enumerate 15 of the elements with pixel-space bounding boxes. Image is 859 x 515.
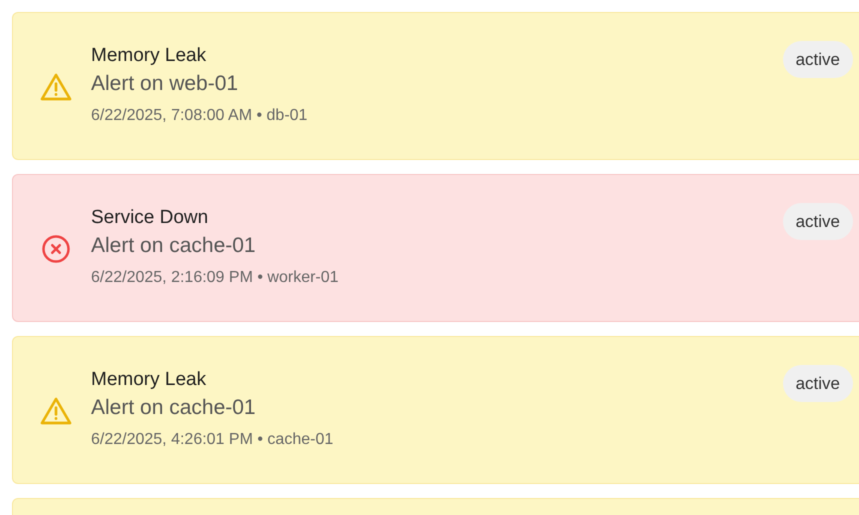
status-badge: active xyxy=(782,365,853,402)
alert-message: Alert on cache-01 xyxy=(91,233,257,259)
error-icon xyxy=(41,234,71,264)
alert-meta: 6/22/2025, 4:26:01 PM • cache-01 xyxy=(91,430,334,450)
warning-icon xyxy=(40,72,72,102)
alert-meta: 6/22/2025, 2:16:09 PM • worker-01 xyxy=(91,268,340,288)
alert-message: Alert on cache-01 xyxy=(91,395,257,421)
alert-message: Alert on web-01 xyxy=(91,71,240,97)
warning-icon xyxy=(40,396,72,426)
alert-meta: 6/22/2025, 7:08:00 AM • db-01 xyxy=(91,106,308,126)
status-badge: active xyxy=(782,203,853,240)
alert-title: Memory Leak xyxy=(91,44,208,68)
alert-title: Memory Leak xyxy=(91,368,208,392)
alert-title: Service Down xyxy=(91,206,210,230)
status-badge: active xyxy=(782,41,853,78)
